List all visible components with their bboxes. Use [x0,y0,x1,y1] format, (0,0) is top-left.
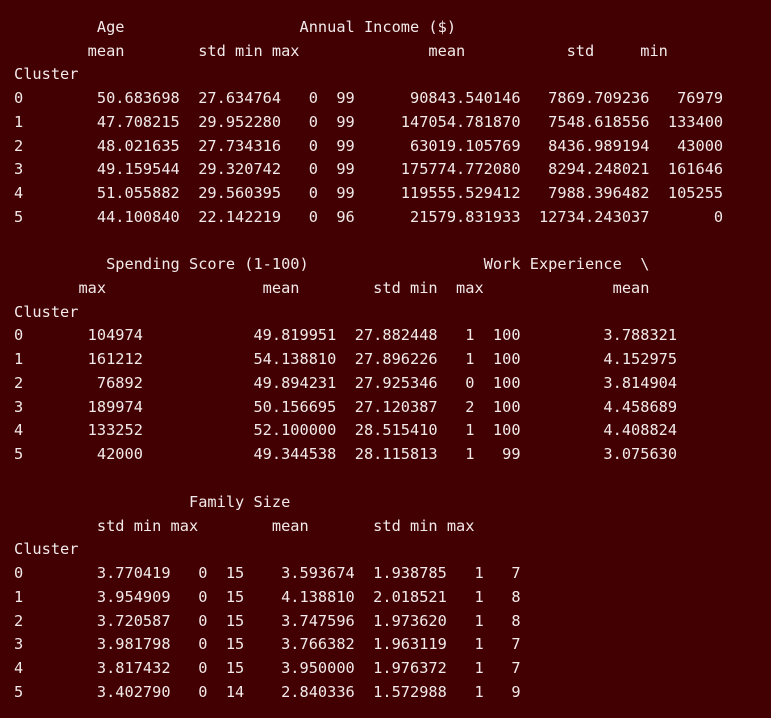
block3-index-name: Cluster [14,540,79,558]
console-output: Age Annual Income ($) mean std min max m… [0,0,771,718]
block2-index-name: Cluster [14,303,79,321]
block2-row-4: 4 133252 52.100000 28.515410 1 100 4.408… [14,421,678,439]
block2-header-stats: max mean std min max mean [14,279,650,297]
block3-header-stats: std min max mean std min max [14,517,475,535]
block1-header-groups: Age Annual Income ($) [14,18,457,36]
block3-row-2: 2 3.720587 0 15 3.747596 1.973620 1 8 [14,612,521,630]
block2-row-0: 0 104974 49.819951 27.882448 1 100 3.788… [14,326,678,344]
block2-row-5: 5 42000 49.344538 28.115813 1 99 3.07563… [14,445,678,463]
block1-header-stats: mean std min max mean std min [14,42,668,60]
block3-row-4: 4 3.817432 0 15 3.950000 1.976372 1 7 [14,659,521,677]
block1-row-0: 0 50.683698 27.634764 0 99 90843.540146 … [14,89,724,107]
block1-row-5: 5 44.100840 22.142219 0 96 21579.831933 … [14,208,724,226]
block3-row-3: 3 3.981798 0 15 3.766382 1.963119 1 7 [14,635,521,653]
block1-row-4: 4 51.055882 29.560395 0 99 119555.529412… [14,184,724,202]
block2-header-groups: Spending Score (1-100) Work Experience \ [14,255,650,273]
block3-row-0: 0 3.770419 0 15 3.593674 1.938785 1 7 [14,564,521,582]
block1-index-name: Cluster [14,65,79,83]
block3-header-groups: Family Size [14,493,291,511]
block2-row-2: 2 76892 49.894231 27.925346 0 100 3.8149… [14,374,678,392]
block3-row-5: 5 3.402790 0 14 2.840336 1.572988 1 9 [14,683,521,701]
block1-row-1: 1 47.708215 29.952280 0 99 147054.781870… [14,113,724,131]
block1-row-2: 2 48.021635 27.734316 0 99 63019.105769 … [14,137,724,155]
block3-row-1: 1 3.954909 0 15 4.138810 2.018521 1 8 [14,588,521,606]
block2-row-1: 1 161212 54.138810 27.896226 1 100 4.152… [14,350,678,368]
block2-row-3: 3 189974 50.156695 27.120387 2 100 4.458… [14,398,678,416]
block1-row-3: 3 49.159544 29.320742 0 99 175774.772080… [14,160,724,178]
